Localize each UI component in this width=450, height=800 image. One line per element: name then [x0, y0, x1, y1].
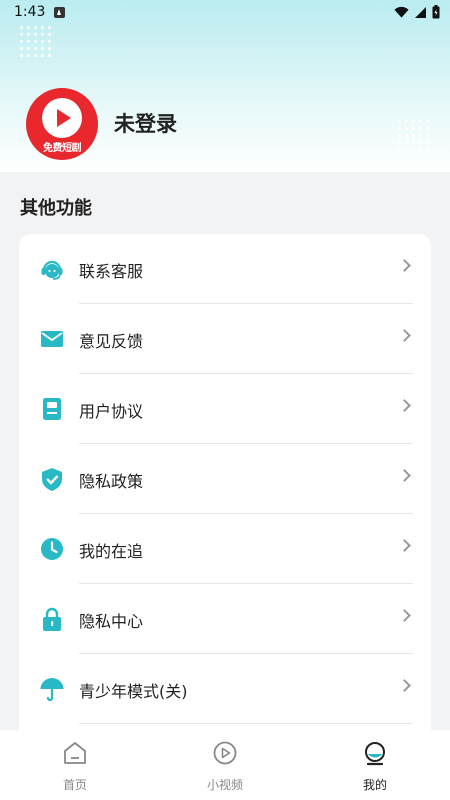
play-logo-icon — [42, 98, 82, 138]
menu-item-label: 意见反馈 — [79, 332, 144, 351]
menu-item-label: 联系客服 — [79, 262, 144, 281]
avatar-logo-text: 免费短剧 — [43, 143, 82, 154]
login-status[interactable]: 未登录 — [114, 108, 177, 138]
nav-label: 我的 — [362, 778, 387, 792]
chevron-right-icon — [398, 469, 411, 482]
chevron-right-icon — [398, 329, 411, 342]
menu-item-feedback[interactable]: 意见反馈 — [19, 304, 431, 374]
menu-item-teen-mode[interactable]: 青少年模式(关) — [19, 654, 431, 724]
status-bar: 1:43 — [0, 0, 450, 26]
menu-item-label: 用户协议 — [79, 402, 144, 421]
clock-icon — [41, 538, 63, 560]
chevron-right-icon — [398, 399, 411, 412]
document-icon — [43, 398, 61, 420]
profile-icon — [365, 742, 385, 766]
menu-item-privacy-center[interactable]: 隐私中心 — [19, 584, 431, 654]
shield-check-icon — [42, 468, 62, 491]
status-icons — [394, 5, 440, 19]
play-circle-icon — [213, 741, 237, 765]
menu-item-label: 我的在追 — [79, 542, 144, 561]
menu-item-following[interactable]: 我的在追 — [19, 514, 431, 584]
chevron-right-icon — [398, 539, 411, 552]
chevron-right-icon — [398, 679, 411, 692]
decorative-dots — [396, 118, 432, 154]
lock-icon — [43, 607, 61, 631]
menu-item-label: 青少年模式(关) — [79, 682, 188, 701]
chevron-right-icon — [398, 259, 411, 272]
nav-label: 小视频 — [206, 778, 243, 792]
nav-item-short-video[interactable]: 小视频 — [150, 730, 300, 800]
avatar[interactable]: 免费短剧 — [26, 88, 98, 160]
chevron-right-icon — [398, 609, 411, 622]
headset-icon — [41, 260, 63, 280]
bottom-nav: 首页 小视频 我的 — [0, 730, 450, 800]
menu-item-label: 隐私政策 — [79, 472, 144, 491]
mail-icon — [41, 331, 63, 347]
divider — [79, 723, 413, 724]
nav-item-home[interactable]: 首页 — [0, 730, 150, 800]
wifi-icon — [394, 6, 409, 18]
status-time: 1:43 — [14, 4, 46, 20]
menu-item-user-agreement[interactable]: 用户协议 — [19, 374, 431, 444]
profile-header: 1:43 免费短剧 未登录 — [0, 0, 450, 172]
menu-item-contact-service[interactable]: 联系客服 — [19, 234, 431, 304]
decorative-dots — [18, 24, 54, 60]
notification-icon — [54, 7, 65, 18]
menu-card: 联系客服 意见反馈 用户协议 隐私政策 我的在追 隐私中心 青少年模式(关) — [19, 234, 431, 754]
section-title: 其他功能 — [20, 198, 92, 219]
nav-label: 首页 — [62, 778, 87, 792]
umbrella-icon — [40, 678, 64, 702]
battery-icon — [432, 5, 440, 19]
nav-item-mine[interactable]: 我的 — [300, 730, 450, 800]
menu-item-privacy-policy[interactable]: 隐私政策 — [19, 444, 431, 514]
home-icon — [64, 742, 86, 764]
menu-item-label: 隐私中心 — [79, 612, 144, 631]
cellular-signal-icon — [415, 6, 426, 18]
